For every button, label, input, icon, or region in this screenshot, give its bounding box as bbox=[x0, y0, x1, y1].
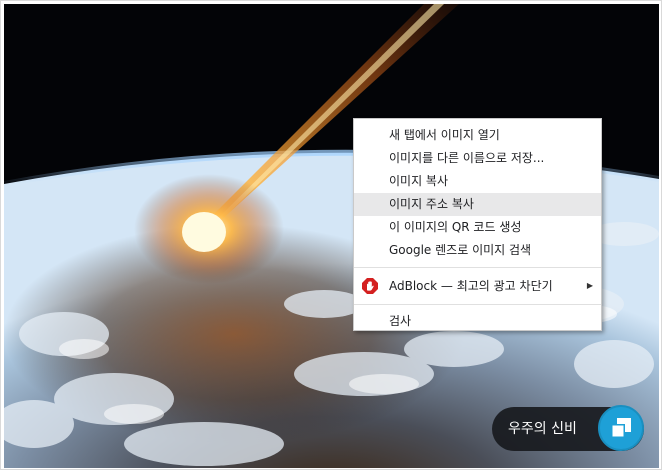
submenu-arrow-icon: ▶ bbox=[586, 281, 593, 290]
menu-separator bbox=[354, 304, 601, 305]
image-frame: 새 탭에서 이미지 열기 이미지를 다른 이름으로 저장... 이미지 복사 이… bbox=[0, 0, 662, 470]
menu-item-label: 이미지 주소 복사 bbox=[389, 197, 474, 211]
adblock-hand-icon bbox=[362, 278, 378, 294]
menu-item-search-google-lens[interactable]: Google 렌즈로 이미지 검색 bbox=[354, 239, 601, 262]
menu-item-save-image-as[interactable]: 이미지를 다른 이름으로 저장... bbox=[354, 147, 601, 170]
menu-item-label: 새 탭에서 이미지 열기 bbox=[389, 128, 500, 142]
menu-item-label: 이미지 복사 bbox=[389, 174, 449, 188]
caption-label: 우주의 신비 bbox=[508, 421, 577, 437]
menu-item-label: AdBlock — 최고의 광고 차단기 bbox=[389, 279, 553, 293]
menu-item-adblock[interactable]: AdBlock — 최고의 광고 차단기 ▶ bbox=[354, 273, 601, 299]
menu-item-create-qr-code[interactable]: 이 이미지의 QR 코드 생성 bbox=[354, 216, 601, 239]
menu-item-label: 검사 bbox=[389, 314, 412, 328]
menu-item-copy-image-address[interactable]: 이미지 주소 복사 bbox=[354, 193, 601, 216]
menu-item-open-image-new-tab[interactable]: 새 탭에서 이미지 열기 bbox=[354, 124, 601, 147]
menu-separator bbox=[354, 267, 601, 268]
context-menu: 새 탭에서 이미지 열기 이미지를 다른 이름으로 저장... 이미지 복사 이… bbox=[353, 118, 602, 331]
copy-icon bbox=[611, 418, 631, 438]
menu-item-inspect[interactable]: 검사 bbox=[354, 310, 601, 333]
menu-item-label: Google 렌즈로 이미지 검색 bbox=[389, 243, 532, 257]
menu-item-label: 이미지를 다른 이름으로 저장... bbox=[389, 151, 545, 165]
menu-item-copy-image[interactable]: 이미지 복사 bbox=[354, 170, 601, 193]
menu-item-label: 이 이미지의 QR 코드 생성 bbox=[389, 220, 522, 234]
copy-button[interactable] bbox=[598, 405, 644, 451]
